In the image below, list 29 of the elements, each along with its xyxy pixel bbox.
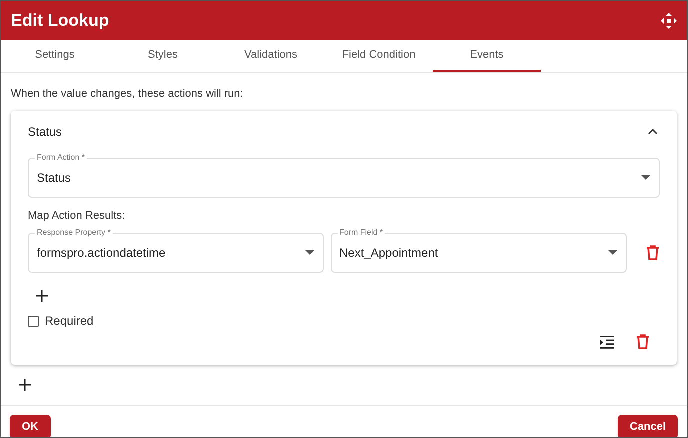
section-label: Map Action Results: (28, 208, 126, 224)
field-value: Next_Appointment (340, 245, 438, 262)
add-icon[interactable] (19, 379, 31, 391)
delete-icon[interactable] (636, 334, 650, 350)
add-icon[interactable] (36, 290, 48, 302)
field-value: formspro.actiondatetime (37, 245, 166, 262)
tab[interactable]: Field Condition (325, 40, 433, 72)
required-checkbox[interactable]: Required (28, 313, 660, 329)
chevron-up-icon[interactable] (648, 128, 658, 134)
checkbox[interactable] (28, 316, 39, 326)
section-title: Status (28, 124, 62, 140)
dialog-button[interactable]: OK (10, 415, 50, 437)
field-label: Form Field * (338, 228, 386, 238)
caret-icon (641, 174, 651, 180)
instruction-text: When the value changes, these actions will run: (11, 87, 244, 102)
window-title: Edit Lookup (11, 10, 110, 32)
field-label: Form Action * (35, 152, 88, 162)
tab[interactable]: Events (433, 40, 541, 72)
dialog-button[interactable]: Cancel (618, 415, 678, 437)
field-label: Response Property * (35, 228, 113, 238)
tab[interactable]: Settings (1, 40, 109, 72)
tab[interactable]: Validations (217, 40, 325, 72)
caret-icon (304, 250, 314, 256)
move-icon[interactable] (661, 12, 677, 28)
field-value: Status (37, 170, 72, 186)
indent-icon[interactable] (600, 336, 614, 348)
delete-icon[interactable] (646, 245, 660, 261)
tab[interactable]: Styles (109, 40, 217, 72)
caret-icon (608, 250, 618, 256)
